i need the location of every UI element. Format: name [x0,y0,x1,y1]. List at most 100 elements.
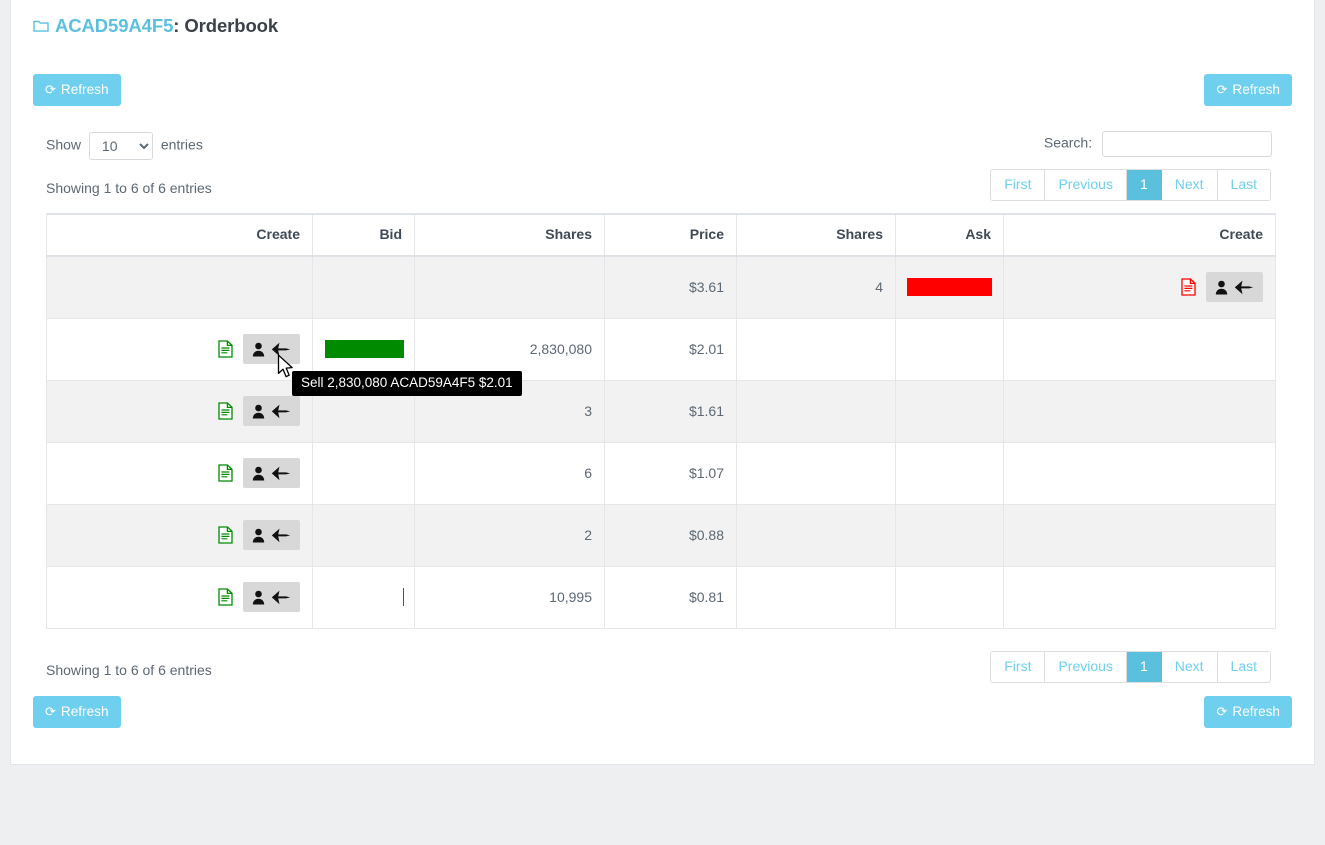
table-info-bottom: Showing 1 to 6 of 6 entries [46,662,212,678]
page-title-symbol: ACAD59A4F5 [55,15,174,36]
entries-per-page-select[interactable]: 102550100 [88,132,153,160]
cell-create-ask [1003,317,1276,381]
sell-order-button[interactable] [243,334,300,364]
cell-create-bid [46,255,313,319]
ask-volume-bar [907,278,992,297]
bid-volume-bar [403,588,404,606]
cell-create-bid [46,565,313,629]
page-title-name: Orderbook [184,15,279,36]
refresh-button-top-right[interactable]: ⟳ Refresh [1204,74,1292,106]
user-icon[interactable] [252,404,265,419]
cell-shares-bid: 2 [414,503,605,567]
cell-create-ask [1003,565,1276,629]
cell-price: $1.07 [604,441,737,505]
send-order-icon[interactable] [1234,280,1254,295]
refresh-icon: ⟳ [1216,704,1228,719]
order-tooltip: Sell 2,830,080 ACAD59A4F5 $2.01 [292,371,522,396]
cell-bid-bar [312,441,415,505]
column-header-price[interactable]: Price [604,213,737,257]
cell-price: $0.81 [604,565,737,629]
cell-shares-bid: 10,995 [414,565,605,629]
sell-order-button[interactable] [243,458,300,488]
page-title: ACAD59A4F5: Orderbook [33,15,278,38]
cell-bid-bar [312,255,415,319]
pagination-previous[interactable]: Previous [1045,652,1127,682]
cell-bid-bar [312,503,415,567]
pagination-top: First Previous 1 Next Last [990,169,1271,201]
cell-shares-ask [736,565,896,629]
user-icon[interactable] [252,528,265,543]
entries-label: entries [160,136,203,153]
cell-create-bid [46,379,313,443]
cell-shares-ask: 4 [736,255,896,319]
column-header-bid[interactable]: Bid [312,213,415,257]
pagination-bottom: First Previous 1 Next Last [990,651,1271,683]
refresh-button-bottom-right[interactable]: ⟳ Refresh [1204,696,1292,728]
order-detail-icon[interactable] [1181,278,1196,296]
cell-shares-bid [414,255,605,319]
pagination-last[interactable]: Last [1217,652,1270,682]
send-order-icon[interactable] [271,528,291,543]
refresh-button-top-left[interactable]: ⟳ Refresh [33,74,121,106]
cell-price: $1.61 [604,379,737,443]
search-label: Search: [1043,134,1093,151]
refresh-button-label: Refresh [1232,704,1280,719]
order-detail-icon[interactable] [218,526,233,544]
table-search-control: Search: [1044,131,1272,157]
cell-create-ask [1003,441,1276,505]
search-input[interactable] [1102,131,1272,157]
refresh-button-bottom-left[interactable]: ⟳ Refresh [33,696,121,728]
pagination-next[interactable]: Next [1161,170,1218,200]
user-icon[interactable] [252,342,265,357]
column-header-create-bid[interactable]: Create [46,213,313,257]
refresh-button-label: Refresh [60,704,109,719]
pagination-page-1[interactable]: 1 [1126,170,1162,200]
cell-create-bid [46,317,313,381]
pagination-page-1[interactable]: 1 [1126,652,1162,682]
cell-create-ask [1003,379,1276,443]
cell-price: $3.61 [604,255,737,319]
sell-order-button[interactable] [243,520,300,550]
pagination-previous[interactable]: Previous [1045,170,1127,200]
column-header-create-ask[interactable]: Create [1003,213,1276,257]
cell-create-bid [46,441,313,505]
pagination-last[interactable]: Last [1217,170,1270,200]
send-order-icon[interactable] [271,590,291,605]
table-info-top: Showing 1 to 6 of 6 entries [46,180,212,196]
pagination-first[interactable]: First [991,170,1046,200]
bid-volume-bar [325,340,404,358]
user-icon[interactable] [252,590,265,605]
send-order-icon[interactable] [271,342,291,357]
table-header-row: Create Bid Shares Price Shares Ask Creat… [46,213,1276,257]
cell-price: $0.88 [604,503,737,567]
sell-order-button[interactable] [243,582,300,612]
pagination-first[interactable]: First [991,652,1046,682]
cell-bid-bar [312,565,415,629]
buy-order-button[interactable] [1206,272,1263,303]
sell-order-button[interactable] [243,396,300,426]
pagination-next[interactable]: Next [1161,652,1218,682]
cell-price: $2.01 [604,317,737,381]
table-row: 6 $1.07 [46,441,1276,505]
order-detail-icon[interactable] [218,464,233,482]
table-row: 10,995 $0.81 [46,565,1276,629]
order-detail-icon[interactable] [218,340,233,358]
table-row: 2,830,080 $2.01 [46,317,1276,381]
column-header-shares-bid[interactable]: Shares [414,213,605,257]
order-detail-icon[interactable] [218,402,233,420]
refresh-icon: ⟳ [45,704,56,719]
table-length-control: Show 102550100 entries [46,132,203,160]
send-order-icon[interactable] [271,404,291,419]
refresh-icon: ⟳ [1216,82,1228,97]
refresh-icon: ⟳ [45,82,56,97]
show-label: Show [46,136,82,153]
user-icon[interactable] [1215,280,1228,295]
column-header-shares-ask[interactable]: Shares [736,213,896,257]
cell-ask-bar [895,441,1004,505]
send-order-icon[interactable] [271,466,291,481]
order-detail-icon[interactable] [218,588,233,606]
cell-shares-ask [736,317,896,381]
column-header-ask[interactable]: Ask [895,213,1004,257]
user-icon[interactable] [252,466,265,481]
cell-shares-bid: 6 [414,441,605,505]
